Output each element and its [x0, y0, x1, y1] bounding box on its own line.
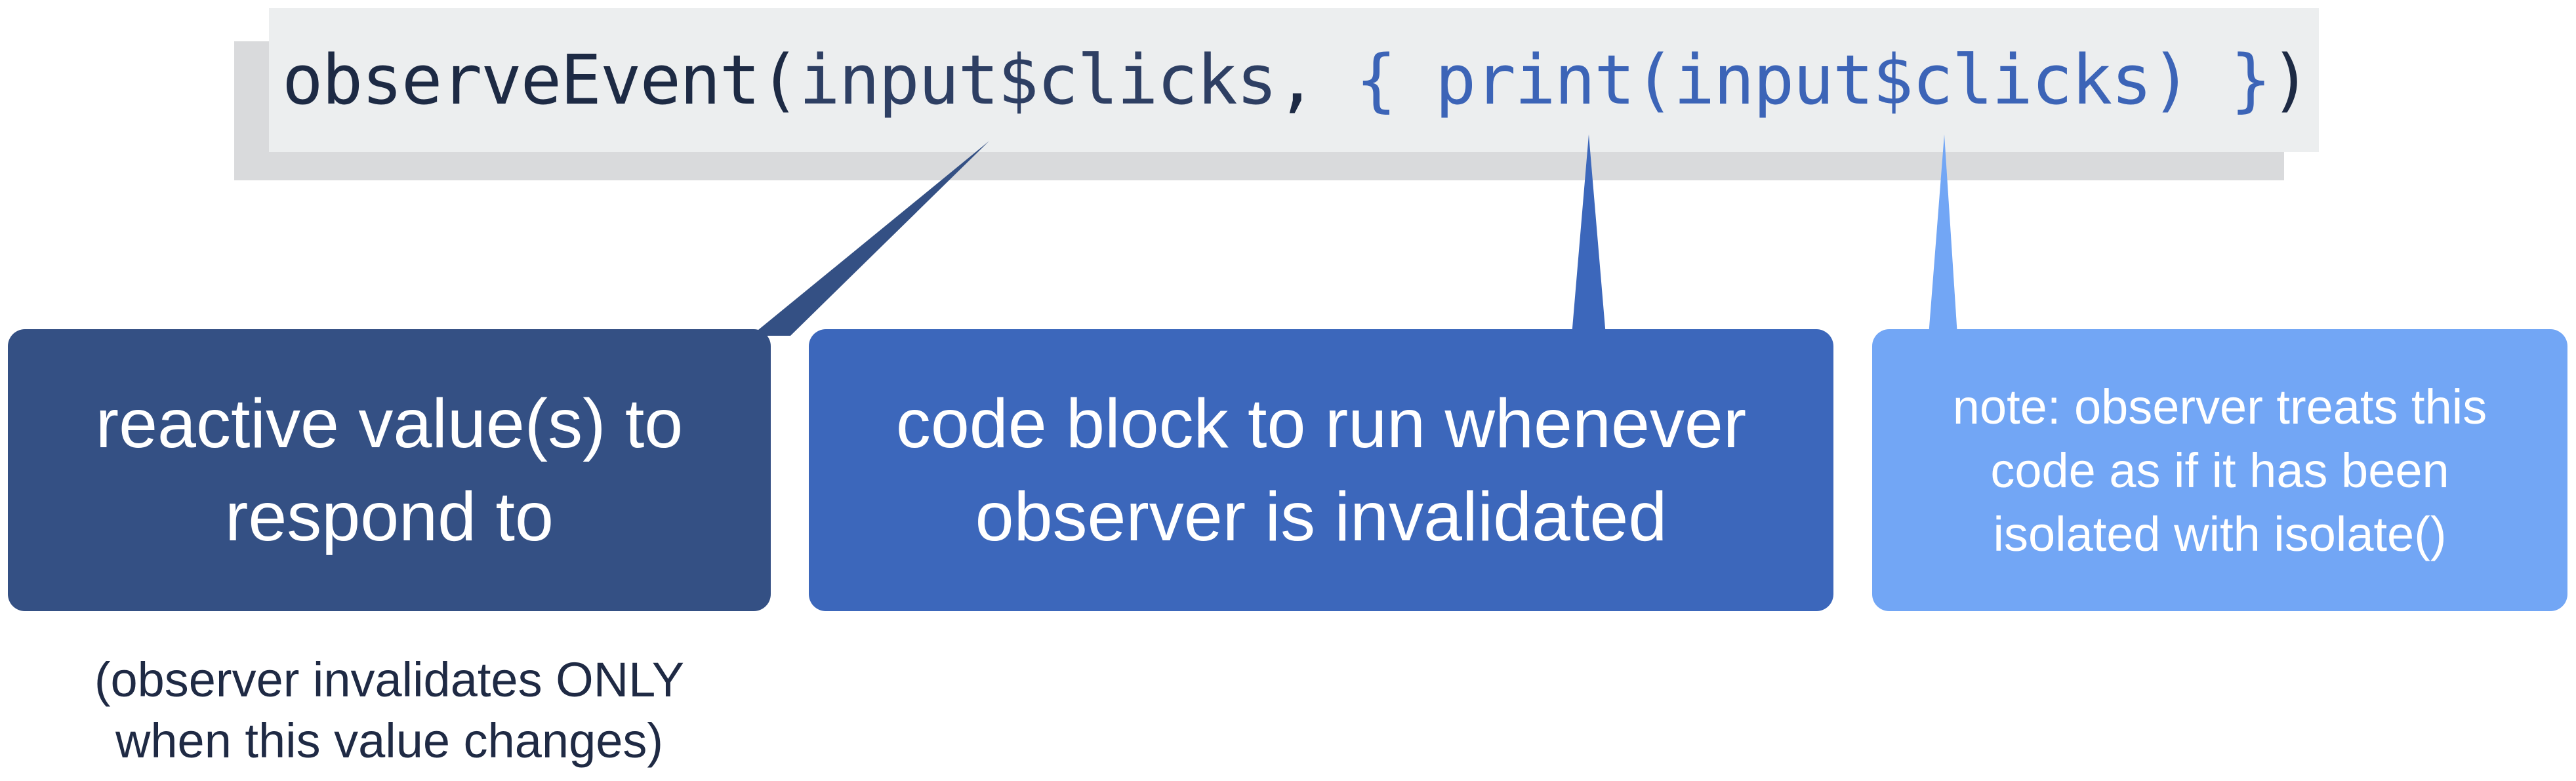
- pointer-note: [1929, 134, 1957, 336]
- callout-reactive-value: reactive value(s) to respond to: [8, 329, 771, 611]
- callout-line: code block to run whenever: [895, 385, 1747, 462]
- footnote: (observer invalidates ONLY when this val…: [8, 649, 771, 771]
- callout-line: note: observer treats this: [1952, 379, 2487, 434]
- callout-code-block: code block to run whenever observer is i…: [809, 329, 1833, 611]
- callout-line: isolated with isolate(): [1993, 506, 2447, 561]
- callout-note-text: note: observer treats this code as if it…: [1933, 375, 2506, 566]
- footnote-line: when this value changes): [115, 713, 664, 768]
- callout-code-block-text: code block to run whenever observer is i…: [876, 377, 1766, 563]
- pointer-code-block: [1572, 134, 1606, 336]
- callout-reactive-value-text: reactive value(s) to respond to: [76, 377, 703, 563]
- callout-note: note: observer treats this code as if it…: [1872, 329, 2567, 611]
- callout-line: code as if it has been: [1990, 443, 2449, 498]
- callout-line: reactive value(s) to: [95, 385, 684, 462]
- pointer-reactive-value: [751, 141, 989, 336]
- footnote-line: (observer invalidates ONLY: [94, 652, 685, 707]
- callout-line: respond to: [225, 478, 554, 555]
- callout-line: observer is invalidated: [975, 478, 1667, 555]
